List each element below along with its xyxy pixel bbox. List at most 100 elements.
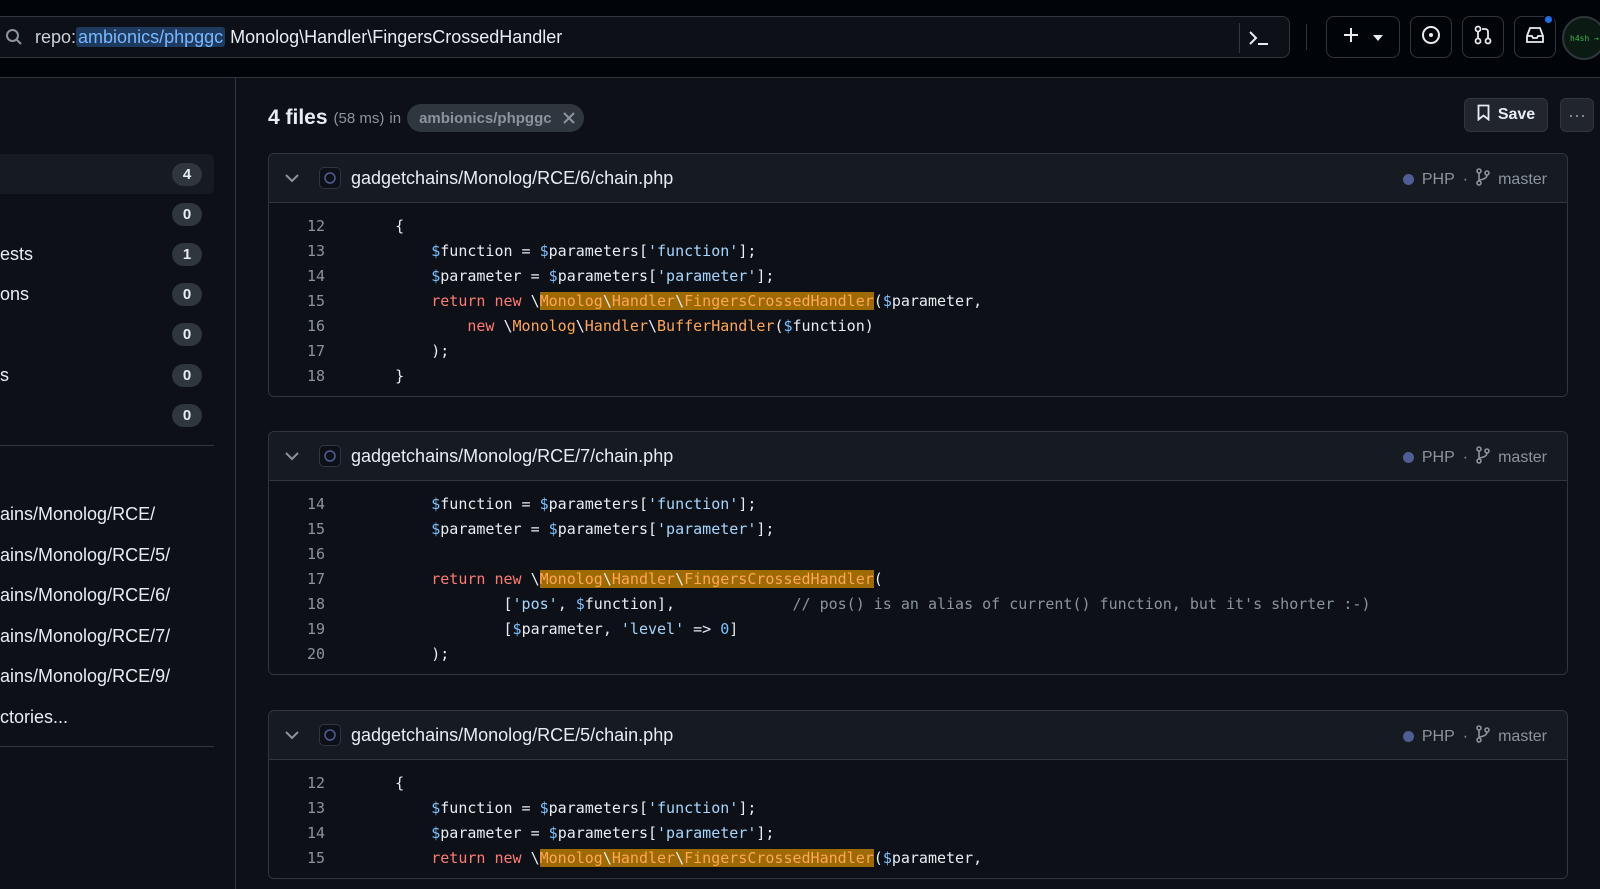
sidebar-item-repositories[interactable]: 0 xyxy=(0,194,214,234)
sidebar-path-link[interactable]: ains/Monolog/RCE/ xyxy=(0,504,155,525)
repo-chip-label: ambionics/phpggc xyxy=(419,109,552,127)
sidebar-path-link[interactable]: ains/Monolog/RCE/7/ xyxy=(0,626,170,647)
code-line: 14 $function = $parameters['function']; xyxy=(269,491,1567,516)
line-number[interactable]: 14 xyxy=(269,824,359,842)
sidebar-item-label: s xyxy=(0,364,9,385)
result-card: gadgetchains/Monolog/RCE/5/chain.php PHP… xyxy=(268,710,1568,879)
file-path-link[interactable]: gadgetchains/Monolog/RCE/6/chain.php xyxy=(351,168,673,189)
code-line: 16 new \Monolog\Handler\BufferHandler($f… xyxy=(269,313,1567,338)
results-header: 4 files (58 ms) in ambionics/phpggc xyxy=(268,104,584,132)
line-number[interactable]: 15 xyxy=(269,292,359,310)
top-bar: repo: ambionics/phpggc Monolog\Handler\Fi… xyxy=(0,0,1600,78)
file-path-link[interactable]: gadgetchains/Monolog/RCE/5/chain.php xyxy=(351,725,673,746)
line-number[interactable]: 18 xyxy=(269,367,359,385)
sidebar-item-users[interactable]: 0 xyxy=(0,314,214,354)
code-line: 15 return new \Monolog\Handler\FingersCr… xyxy=(269,845,1567,870)
sidebar-item-packages[interactable]: 0 xyxy=(0,395,214,435)
repo-avatar-icon xyxy=(319,724,341,746)
issue-icon xyxy=(1421,25,1441,50)
sidebar-path-link[interactable]: ains/Monolog/RCE/5/ xyxy=(0,545,170,566)
line-number[interactable]: 16 xyxy=(269,317,359,335)
search-term: Monolog\Handler\FingersCrossedHandler xyxy=(225,26,563,47)
line-number[interactable]: 15 xyxy=(269,520,359,538)
code-line: 20 ); xyxy=(269,641,1567,666)
code-line: 12 { xyxy=(269,770,1567,795)
line-number[interactable]: 14 xyxy=(269,495,359,513)
file-meta: PHP · master xyxy=(1402,725,1547,748)
code-line: 17 ); xyxy=(269,338,1567,363)
code-line: 16 xyxy=(269,541,1567,566)
save-label: Save xyxy=(1497,106,1536,123)
chevron-down-icon[interactable] xyxy=(285,173,305,183)
code-line: 15 $parameter = $parameters['parameter']… xyxy=(269,516,1567,541)
repo-avatar-icon xyxy=(319,445,341,467)
sidebar-item-label: ons xyxy=(0,283,30,304)
line-number[interactable]: 18 xyxy=(269,595,359,613)
more-options-button[interactable]: ··· xyxy=(1560,98,1594,132)
file-language: PHP xyxy=(1421,727,1455,745)
avatar[interactable]: h4sh → xyxy=(1562,16,1600,60)
line-number[interactable]: 12 xyxy=(269,217,359,235)
save-button[interactable]: Save xyxy=(1464,98,1548,132)
sidebar-path-link[interactable]: ains/Monolog/RCE/9/ xyxy=(0,666,170,687)
issues-button[interactable] xyxy=(1410,16,1452,58)
code-line: 14 $parameter = $parameters['parameter']… xyxy=(269,263,1567,288)
code-line: 13 $function = $parameters['function']; xyxy=(269,238,1567,263)
chevron-down-icon[interactable] xyxy=(285,451,305,461)
sidebar-item-discussions[interactable]: ons 0 xyxy=(0,274,214,314)
chevron-down-icon[interactable] xyxy=(285,730,305,740)
result-card-header: gadgetchains/Monolog/RCE/6/chain.php PHP… xyxy=(269,154,1567,203)
line-number[interactable]: 13 xyxy=(269,242,359,260)
repo-avatar-icon xyxy=(319,167,341,189)
sidebar-divider xyxy=(0,445,214,446)
plus-icon xyxy=(1343,27,1359,48)
filter-sidebar: 4 0 ests 1 ons 0 0 s0 0 ains/Monolog/RCE/ … xyxy=(0,78,236,889)
file-branch: master xyxy=(1498,170,1547,188)
sidebar-count: 4 xyxy=(172,163,202,186)
pull-requests-button[interactable] xyxy=(1462,16,1504,58)
branch-icon xyxy=(1476,446,1490,469)
sidebar-item-commits[interactable]: s0 xyxy=(0,355,214,395)
code-line: 19 [$parameter, 'level' => 0] xyxy=(269,616,1567,641)
file-path-link[interactable]: gadgetchains/Monolog/RCE/7/chain.php xyxy=(351,446,673,467)
sidebar-count: 0 xyxy=(172,323,202,346)
line-number[interactable]: 12 xyxy=(269,774,359,792)
code-line: 12 { xyxy=(269,213,1567,238)
search-query[interactable]: repo: ambionics/phpggc Monolog\Handler\Fi… xyxy=(35,26,563,48)
sidebar-item-pull-requests[interactable]: ests 1 xyxy=(0,234,214,274)
sidebar-item-label: ests xyxy=(0,243,34,264)
separator-dot: · xyxy=(1462,170,1469,188)
sidebar-item-code[interactable]: 4 xyxy=(0,154,214,194)
language-dot-icon xyxy=(1402,174,1414,185)
code-line: 18 ['pos', $function], // pos() is an al… xyxy=(269,591,1567,616)
close-icon[interactable] xyxy=(562,111,576,125)
create-new-button[interactable] xyxy=(1326,16,1400,58)
line-number[interactable]: 17 xyxy=(269,570,359,588)
file-branch: master xyxy=(1498,727,1547,745)
sidebar-count: 0 xyxy=(172,283,202,306)
command-palette-icon[interactable] xyxy=(1239,23,1277,53)
language-dot-icon xyxy=(1402,731,1414,742)
separator-dot: · xyxy=(1462,448,1469,466)
line-number[interactable]: 19 xyxy=(269,620,359,638)
line-number[interactable]: 20 xyxy=(269,645,359,663)
line-number[interactable]: 17 xyxy=(269,342,359,360)
line-number[interactable]: 13 xyxy=(269,799,359,817)
code-line: 13 $function = $parameters['function']; xyxy=(269,795,1567,820)
file-language: PHP xyxy=(1421,170,1455,188)
line-number[interactable]: 14 xyxy=(269,267,359,285)
sidebar-count: 0 xyxy=(172,364,202,387)
sidebar-more-directories-link[interactable]: ctories... xyxy=(0,707,68,728)
sidebar-path-link[interactable]: ains/Monolog/RCE/6/ xyxy=(0,585,170,606)
results-in-label: in xyxy=(389,109,402,127)
results-main: 4 files (58 ms) in ambionics/phpggc Save… xyxy=(236,78,1600,889)
line-number[interactable]: 16 xyxy=(269,545,359,563)
code-line: 14 $parameter = $parameters['parameter']… xyxy=(269,820,1567,845)
result-card: gadgetchains/Monolog/RCE/6/chain.php PHP… xyxy=(268,153,1568,397)
code-snippet: 14 $function = $parameters['function']; … xyxy=(269,481,1567,674)
results-time: (58 ms) xyxy=(333,109,385,127)
line-number[interactable]: 15 xyxy=(269,849,359,867)
code-snippet: 12 { 13 $function = $parameters['functio… xyxy=(269,760,1567,878)
inbox-icon xyxy=(1525,26,1545,49)
search-input[interactable]: repo: ambionics/phpggc Monolog\Handler\Fi… xyxy=(0,16,1290,58)
